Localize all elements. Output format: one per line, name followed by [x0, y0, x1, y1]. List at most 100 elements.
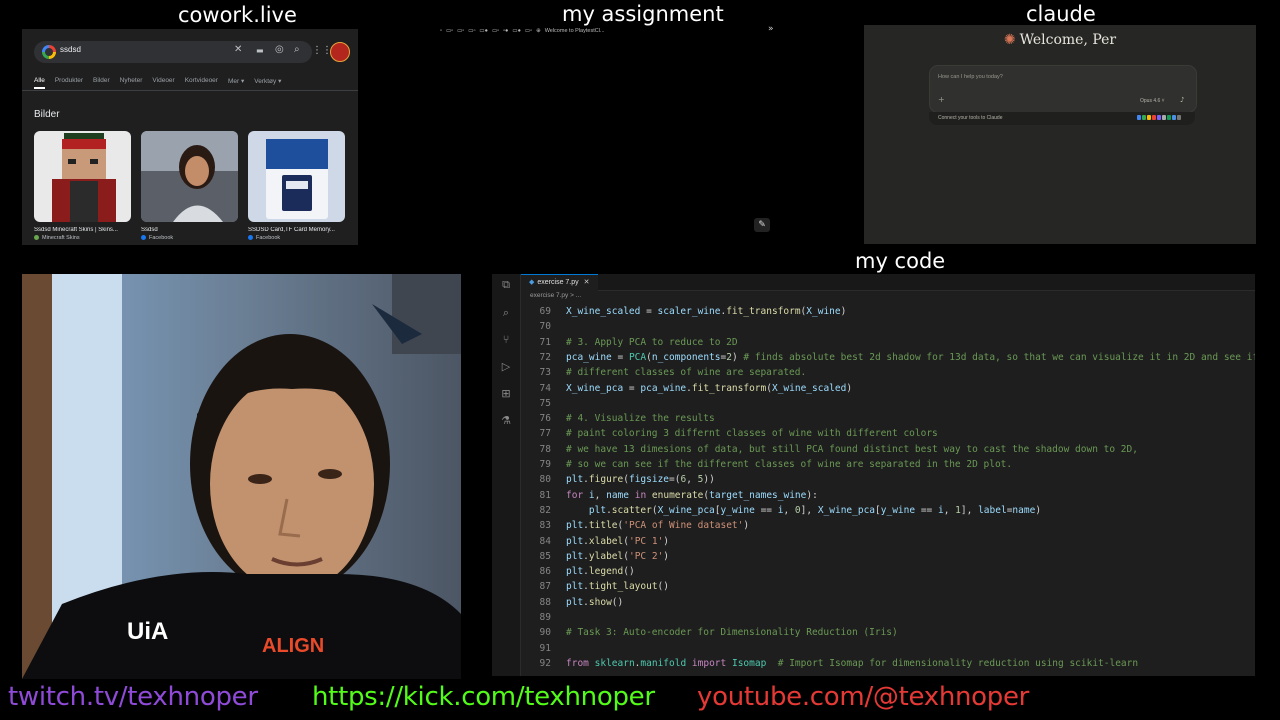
image-result[interactable]: Ssdsd Facebook [141, 131, 238, 241]
more-bookmarks-button[interactable]: » [768, 24, 774, 34]
code-line[interactable]: 72 pca_wine = PCA(n_components=2) # finds… [521, 350, 1255, 365]
globe-icon: ⊕ [536, 28, 541, 34]
folder-icon[interactable]: ▭▫ [446, 28, 453, 34]
shirt-logo-uia: UiA [127, 618, 168, 645]
line-number: 85 [539, 550, 551, 562]
code-line[interactable]: 77 # paint coloring 3 differnt classes of… [521, 426, 938, 441]
extensions-icon[interactable]: ⊞ [499, 387, 513, 401]
run-debug-icon[interactable]: ▷ [499, 360, 513, 374]
code-line[interactable]: 88 plt.show() [521, 595, 624, 610]
tab-produkter[interactable]: Produkter [55, 77, 83, 89]
result-image[interactable] [248, 131, 345, 222]
code-token: , [943, 504, 956, 516]
close-tab-icon[interactable]: ✕ [584, 279, 590, 286]
line-number: 69 [539, 306, 551, 317]
tab-verktoy[interactable]: Verktøy ▾ [254, 77, 281, 89]
result-caption[interactable]: Ssdsd Minecraft Skins | Skins... [34, 227, 131, 233]
code-line[interactable]: 80 plt.figure(figsize=(6, 5)) [521, 472, 715, 487]
code-line[interactable]: 85 plt.ylabel('PC 2') [521, 549, 669, 564]
prompt-input[interactable]: How can I help you today? [938, 74, 1003, 80]
code-token: tight_layout [588, 581, 658, 593]
tab-alle[interactable]: Alle [34, 77, 45, 89]
tab-videoer[interactable]: Videoer [152, 77, 174, 89]
code-line[interactable]: 74 X_wine_pca = pca_wine.fit_transform(X_… [521, 381, 853, 396]
mic-icon[interactable]: ♪ [1180, 96, 1184, 104]
code-token: label [978, 504, 1007, 516]
code-token: = [623, 382, 641, 394]
folder-icon[interactable]: ▭▫ [525, 28, 532, 34]
search-tabs: Alle Produkter Bilder Nyheter Videoer Ko… [34, 77, 281, 89]
kick-link: https://kick.com/texhnoper [312, 682, 655, 712]
testing-icon[interactable]: ⚗ [499, 414, 513, 428]
folder-icon[interactable]: ▫● [503, 28, 508, 34]
explorer-icon[interactable]: ⧉ [499, 278, 513, 292]
clear-icon[interactable]: ✕ [234, 44, 242, 55]
source-control-icon[interactable]: ⑂ [499, 333, 513, 347]
search-query[interactable]: ssdsd [60, 45, 81, 54]
code-line[interactable]: 70 [521, 319, 566, 334]
code-line[interactable]: 81 for i, name in enumerate(target_names_… [521, 488, 818, 503]
code-line[interactable]: 82 plt.scatter(X_wine_pca[y_wine == i, 0… [521, 503, 1042, 518]
code-line[interactable]: 90 # Task 3: Auto-encoder for Dimensional… [521, 625, 898, 640]
breadcrumb[interactable]: exercise 7.py > ... [530, 292, 581, 299]
code-line[interactable]: 69 X_wine_scaled = scaler_wine.fit_transf… [521, 304, 847, 319]
code-line[interactable]: 78 # we have 13 dimesions of data, but st… [521, 442, 1138, 457]
code-line[interactable]: 76 # 4. Visualize the results [521, 411, 715, 426]
code-line[interactable]: 92 from sklearn.manifold import Isomap # … [521, 656, 1139, 671]
model-selector[interactable]: Opus 4.6 ˅ [1140, 98, 1165, 104]
code-token: plt [566, 520, 584, 532]
code-line[interactable]: 73 # different classes of wine are separa… [521, 365, 807, 380]
code-line[interactable]: 79 # so we can see if the different class… [521, 457, 1013, 472]
code-line[interactable]: 89 [521, 610, 566, 625]
edit-icon[interactable]: ✎ [754, 218, 770, 232]
connect-tools-bar[interactable]: Connect your tools to Claude [929, 112, 1195, 125]
tab-exercise-7[interactable]: ◆ exercise 7.py ✕ [521, 274, 598, 291]
code-line[interactable]: 84 plt.xlabel('PC 1') [521, 534, 669, 549]
line-number: 71 [539, 336, 551, 348]
folder-icon[interactable]: ▭▫ [492, 28, 499, 34]
keyboard-icon[interactable]: ▬ [256, 46, 264, 55]
add-icon[interactable]: + [938, 95, 945, 104]
result-caption[interactable]: Ssdsd [141, 227, 238, 233]
folder-icon[interactable]: ▭● [479, 28, 488, 34]
bookmark-link[interactable]: Welcome to PlaytestCl... [545, 28, 605, 34]
result-image[interactable] [34, 131, 131, 222]
lens-icon[interactable]: ◎ [275, 44, 284, 55]
code-token: in [634, 489, 647, 501]
code-token: == [915, 504, 938, 516]
search-icon[interactable]: ⌕ [499, 306, 513, 320]
tab-kortvideoer[interactable]: Kortvideoer [185, 77, 218, 89]
code-line[interactable]: 87 plt.tight_layout() [521, 579, 669, 594]
avatar[interactable] [330, 42, 350, 62]
folder-icon[interactable]: ▭▫ [457, 28, 464, 34]
tab-nyheter[interactable]: Nyheter [120, 77, 143, 89]
code-token: =( [669, 474, 681, 486]
line-number: 82 [539, 504, 551, 516]
code-line[interactable]: 86 plt.legend() [521, 564, 635, 579]
result-caption[interactable]: SSDSD Card,TF Card Memory... [248, 227, 345, 233]
code-token: () [623, 566, 635, 578]
code-line[interactable]: 75 [521, 396, 566, 411]
search-icon[interactable]: ⌕ [294, 44, 300, 55]
panel-title-claude: claude [1026, 2, 1096, 26]
image-result[interactable]: Ssdsd Minecraft Skins | Skins... Minecra… [34, 131, 131, 241]
folder-icon[interactable]: ▭▫ [468, 28, 475, 34]
claude-spark-icon: ✺ [1003, 32, 1016, 48]
prompt-box[interactable]: How can I help you today? + Opus 4.6 ˅ ♪ [929, 65, 1197, 113]
code-line[interactable]: 91 [521, 641, 566, 656]
code-token: ) [731, 351, 744, 363]
welcome-heading: ✺ Welcome, Per [1003, 32, 1117, 48]
bookmark-icon[interactable]: ▫ [440, 28, 442, 34]
code-line[interactable]: 71 # 3. Apply PCA to reduce to 2D [521, 335, 738, 350]
python-file-icon: ◆ [529, 279, 535, 286]
tab-bilder[interactable]: Bilder [93, 77, 110, 89]
tab-mer[interactable]: Mer ▾ [228, 77, 244, 89]
folder-icon[interactable]: ▭● [512, 28, 521, 34]
apps-grid-icon[interactable]: ⋮⋮ [312, 45, 332, 56]
code-line[interactable]: 83 plt.title('PCA of Wine dataset') [521, 518, 750, 533]
search-bar[interactable]: ssdsd ✕ ▬ ◎ ⌕ [34, 41, 312, 63]
connect-tools-label[interactable]: Connect your tools to Claude [938, 115, 1002, 121]
result-image[interactable] [141, 131, 238, 222]
image-result[interactable]: SSDSD Card,TF Card Memory... Facebook [248, 131, 345, 241]
